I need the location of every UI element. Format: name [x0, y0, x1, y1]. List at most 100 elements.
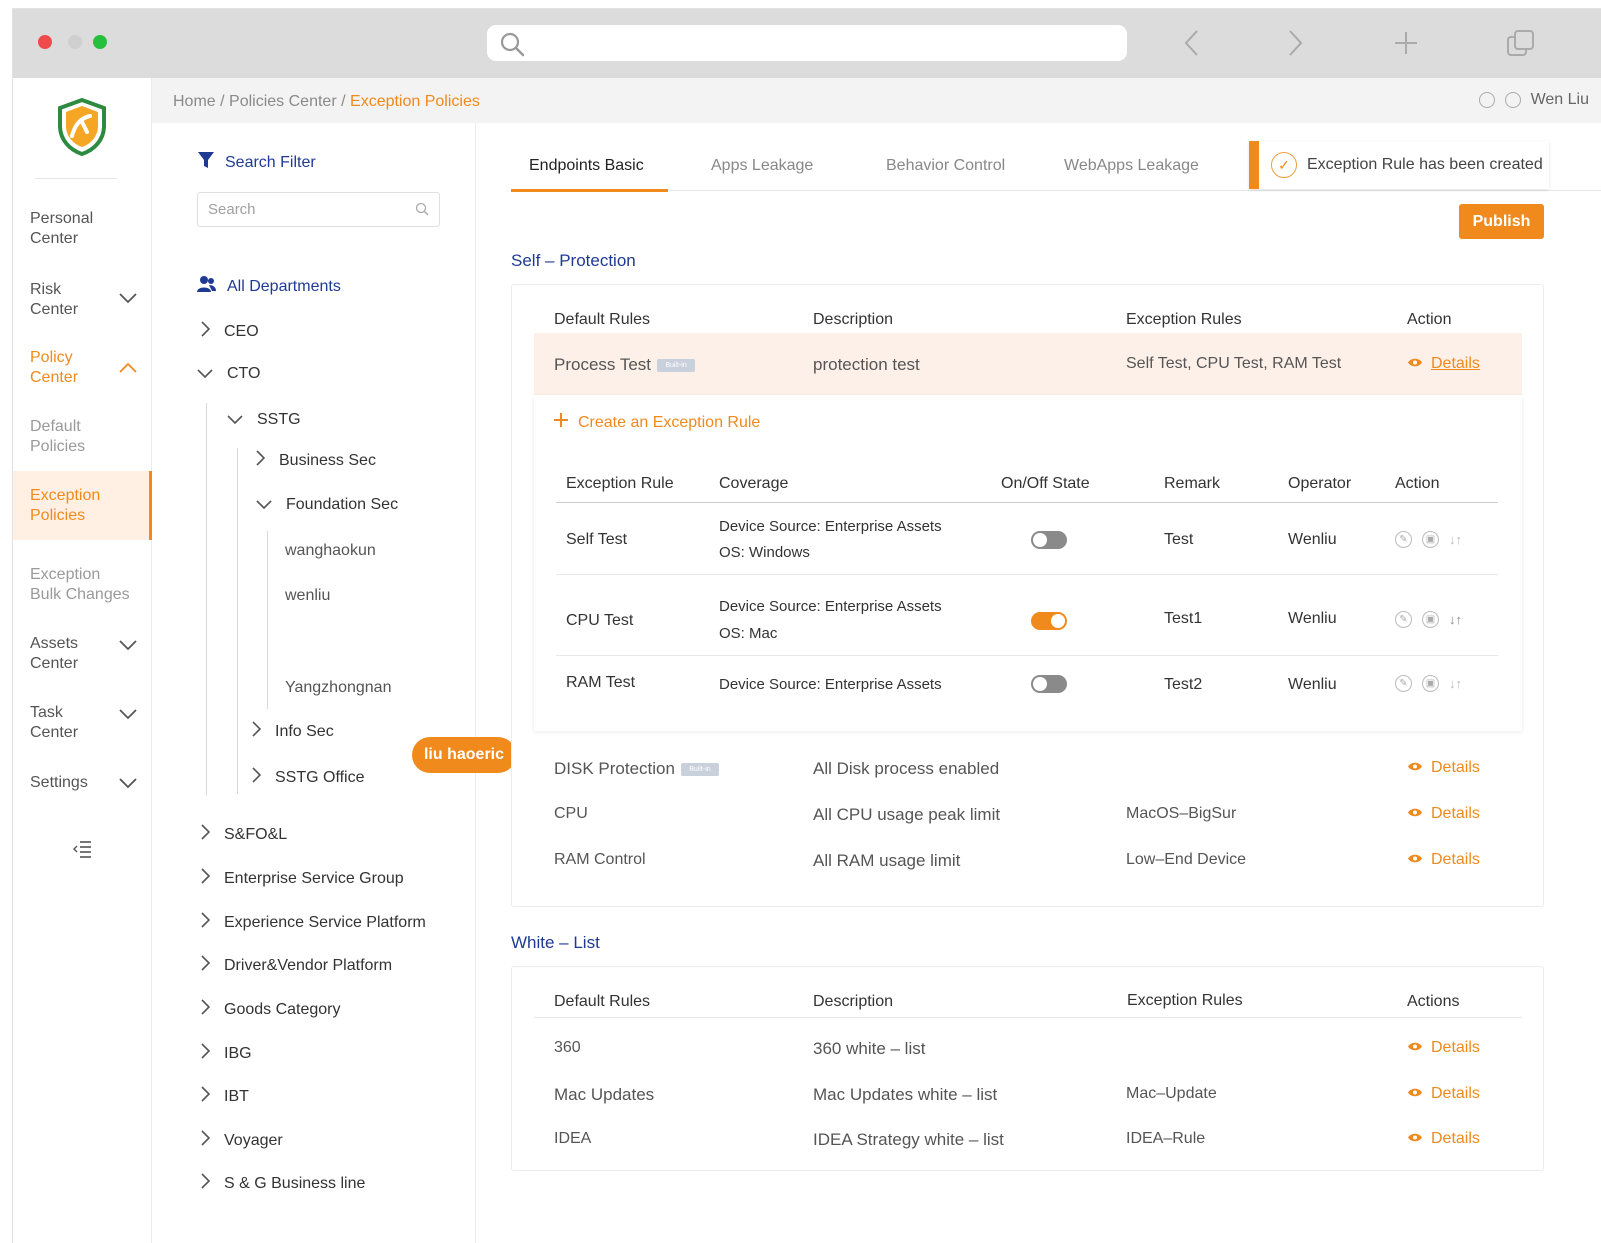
nav-policy-center[interactable]: Policy Center — [30, 348, 78, 388]
chevron-down-icon[interactable] — [119, 638, 137, 656]
tree-node-department[interactable]: Voyager — [200, 1130, 283, 1151]
chevron-right-icon[interactable] — [255, 450, 266, 471]
chevron-down-icon[interactable] — [119, 707, 137, 725]
details-link[interactable]: Details — [1407, 355, 1480, 373]
chevron-right-icon[interactable] — [200, 1086, 211, 1107]
nav-risk-center[interactable]: Risk Center — [30, 280, 78, 320]
tree-node-department[interactable]: IBT — [200, 1086, 249, 1107]
nav-personal-center[interactable]: Personal Center — [30, 209, 93, 249]
close-window-button[interactable] — [38, 35, 52, 49]
breadcrumb-policies-center[interactable]: Policies Center — [229, 93, 337, 110]
create-exception-rule-button[interactable]: Create an Exception Rule — [554, 413, 760, 432]
tree-node-foundation-sec[interactable]: Foundation Sec — [256, 496, 398, 514]
state-toggle[interactable] — [1031, 612, 1067, 630]
tab-behavior-control[interactable]: Behavior Control — [886, 157, 1005, 175]
chevron-right-icon[interactable] — [200, 912, 211, 933]
chevron-down-icon[interactable] — [119, 776, 137, 794]
department-search-box[interactable] — [197, 192, 440, 227]
chevron-right-icon[interactable] — [200, 868, 211, 889]
nav-settings[interactable]: Settings — [30, 773, 88, 793]
chevron-right-icon[interactable] — [200, 321, 211, 342]
chevron-up-icon[interactable] — [119, 361, 137, 379]
chevron-down-icon[interactable] — [197, 365, 213, 383]
tree-node-cto[interactable]: CTO — [197, 365, 260, 383]
edit-icon[interactable]: ✎ — [1395, 611, 1412, 628]
details-link[interactable]: Details — [1407, 1130, 1480, 1148]
exception-rule-name: RAM Test — [566, 674, 636, 691]
tab-webapps-leakage[interactable]: WebApps Leakage — [1064, 157, 1199, 175]
chevron-right-icon[interactable] — [251, 721, 262, 742]
chevron-right-icon[interactable] — [200, 955, 211, 976]
nav-default-policies[interactable]: Default Policies — [30, 417, 85, 457]
details-link[interactable]: Details — [1407, 851, 1480, 869]
rule-description: All RAM usage limit — [813, 851, 961, 870]
tab-endpoints-basic[interactable]: Endpoints Basic — [529, 157, 644, 175]
tree-node-department[interactable]: Enterprise Service Group — [200, 868, 404, 889]
tree-node-department[interactable]: Driver&Vendor Platform — [200, 955, 392, 976]
tree-node-ceo[interactable]: CEO — [200, 321, 259, 342]
tree-node-department[interactable]: S&FO&L — [200, 824, 287, 845]
minimize-window-button[interactable] — [68, 35, 82, 49]
tree-leaf-yangzhongnan[interactable]: Yangzhongnan — [285, 679, 391, 697]
tree-node-department[interactable]: IBG — [200, 1043, 252, 1064]
address-bar[interactable] — [487, 25, 1127, 61]
delete-icon[interactable]: ▣ — [1422, 675, 1439, 692]
nav-task-center[interactable]: Task Center — [30, 703, 78, 743]
tree-node-label: Info Sec — [275, 722, 334, 740]
collapse-menu-icon[interactable] — [73, 840, 93, 863]
tree-node-business-sec[interactable]: Business Sec — [255, 450, 376, 471]
chevron-right-icon[interactable] — [200, 824, 211, 845]
nav-exception-policies[interactable]: Exception Policies — [30, 486, 100, 526]
chevron-right-icon[interactable] — [200, 1043, 211, 1064]
delete-icon[interactable]: ▣ — [1422, 611, 1439, 628]
details-link[interactable]: Details — [1407, 805, 1480, 823]
publish-button[interactable]: Publish — [1459, 204, 1544, 239]
new-tab-plus-icon[interactable] — [1393, 29, 1419, 62]
user-name[interactable]: Wen Liu — [1531, 91, 1589, 109]
maximize-window-button[interactable] — [93, 35, 107, 49]
details-link[interactable]: Details — [1407, 1039, 1480, 1057]
back-arrow-icon[interactable] — [1183, 29, 1201, 62]
forward-arrow-icon[interactable] — [1286, 29, 1304, 62]
breadcrumb-home[interactable]: Home — [173, 93, 216, 110]
chevron-right-icon[interactable] — [200, 999, 211, 1020]
tree-node-department[interactable]: Goods Category — [200, 999, 341, 1020]
toggle-knob — [1033, 533, 1047, 547]
sort-arrows-icon[interactable]: ↓↑ — [1449, 532, 1462, 547]
details-link[interactable]: Details — [1407, 759, 1480, 777]
chevron-right-icon[interactable] — [200, 1173, 211, 1194]
nav-exception-bulk-changes[interactable]: Exception Bulk Changes — [30, 565, 130, 605]
tabs-overview-icon[interactable] — [1505, 29, 1537, 64]
chevron-down-icon[interactable] — [256, 496, 272, 514]
chevron-right-icon[interactable] — [200, 1130, 211, 1151]
all-departments[interactable]: All Departments — [197, 275, 341, 298]
state-toggle[interactable] — [1031, 531, 1067, 549]
sort-arrows-icon[interactable]: ↓↑ — [1449, 612, 1462, 627]
state-toggle[interactable] — [1031, 675, 1067, 693]
edit-icon[interactable]: ✎ — [1395, 675, 1412, 692]
tree-node-department[interactable]: Experience Service Platform — [200, 912, 426, 933]
tree-node-department[interactable]: S & G Business line — [200, 1173, 365, 1194]
tab-apps-leakage[interactable]: Apps Leakage — [711, 157, 813, 175]
user-avatar-icon[interactable] — [1504, 92, 1521, 108]
details-link[interactable]: Details — [1407, 1085, 1480, 1103]
header-divider — [534, 1017, 1522, 1018]
chevron-down-icon[interactable] — [119, 291, 137, 309]
tree-node-sstg[interactable]: SSTG — [227, 411, 301, 429]
tree-leaf-wenliu[interactable]: wenliu — [285, 587, 330, 605]
details-label: Details — [1431, 851, 1480, 868]
sort-arrows-icon[interactable]: ↓↑ — [1449, 676, 1462, 691]
nav-assets-center[interactable]: Assets Center — [30, 634, 78, 674]
tree-leaf-wanghaokun[interactable]: wanghaokun — [285, 542, 376, 560]
tree-node-sstg-office[interactable]: SSTG Office — [251, 767, 365, 788]
notification-icon[interactable] — [1478, 92, 1495, 108]
nav-policy-label-2: Center — [30, 369, 79, 386]
tree-node-info-sec[interactable]: Info Sec — [251, 721, 334, 742]
chevron-down-icon[interactable] — [227, 411, 243, 429]
delete-icon[interactable]: ▣ — [1422, 531, 1439, 548]
edit-icon[interactable]: ✎ — [1395, 531, 1412, 548]
department-search-input[interactable] — [198, 193, 398, 226]
column-header: Actions — [1407, 993, 1460, 1010]
search-icon[interactable] — [415, 202, 429, 221]
chevron-right-icon[interactable] — [251, 767, 262, 788]
